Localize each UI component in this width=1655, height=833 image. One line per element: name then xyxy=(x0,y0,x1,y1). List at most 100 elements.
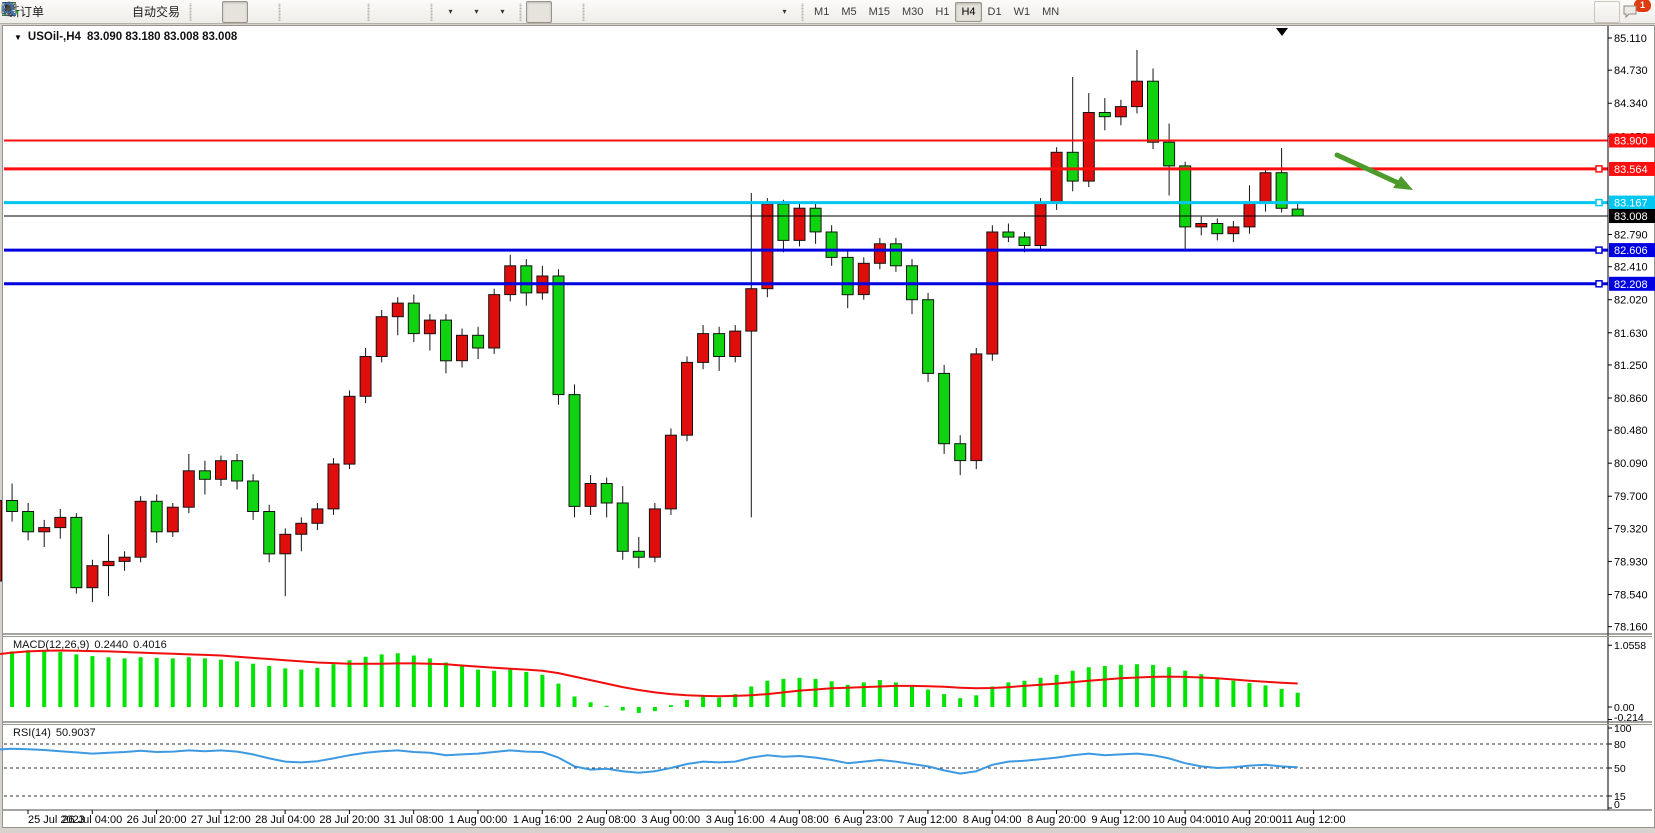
rsi-value: 50.9037 xyxy=(56,727,96,739)
toolbar-separator xyxy=(517,3,524,21)
toolbar-group xyxy=(196,1,274,23)
price-line-handle[interactable] xyxy=(1596,166,1602,172)
price-line-handle[interactable] xyxy=(1596,281,1602,287)
trendline-button[interactable] xyxy=(641,1,667,23)
candle xyxy=(328,458,339,515)
zoom-in-button[interactable] xyxy=(285,1,311,23)
rsi-axis-tick-label: 0 xyxy=(1614,799,1620,811)
candle xyxy=(569,384,580,517)
macd-main-value: 0.2440 xyxy=(94,639,128,651)
timeframe-button-h1[interactable]: H1 xyxy=(929,2,955,22)
templates-button[interactable]: ▾ xyxy=(489,1,515,23)
price-line-axis-badge-label: 83.900 xyxy=(1614,135,1648,147)
price-axis-tick-label: 78.930 xyxy=(1614,556,1648,568)
candle xyxy=(553,269,564,405)
vertical-line-button[interactable] xyxy=(589,1,615,23)
candle xyxy=(682,357,693,442)
price-axis-tick-label: 82.790 xyxy=(1614,230,1648,242)
price-line-axis-badge-label: 82.208 xyxy=(1614,279,1648,291)
rsi-indicator-label: RSI(14) 50.9037 xyxy=(13,727,96,739)
timeframe-button-mn[interactable]: MN xyxy=(1036,2,1065,22)
timeframe-button-h4[interactable]: H4 xyxy=(955,2,981,22)
date-axis-label: 28 Jul 20:00 xyxy=(319,814,379,826)
toolbar-group xyxy=(285,1,363,23)
periods-button[interactable]: ▾ xyxy=(463,1,489,23)
date-axis-label: 7 Aug 12:00 xyxy=(899,814,958,826)
candle xyxy=(794,202,805,247)
text-label-button[interactable]: T xyxy=(745,1,771,23)
date-axis-label: 26 Jul 20:00 xyxy=(127,814,187,826)
rsi-name: RSI(14) xyxy=(13,727,51,739)
candle xyxy=(489,289,500,354)
toolbar-separator xyxy=(187,3,194,21)
bar-chart-button[interactable] xyxy=(196,1,222,23)
price-axis-tick-label: 81.250 xyxy=(1614,360,1648,372)
cursor-button[interactable] xyxy=(526,1,552,23)
horizontal-line-button[interactable] xyxy=(615,1,641,23)
price-line-handle[interactable] xyxy=(1596,200,1602,206)
signals-button[interactable] xyxy=(101,1,127,23)
candle xyxy=(167,503,178,537)
timeframe-button-m15[interactable]: M15 xyxy=(863,2,896,22)
notifications-button[interactable]: 1 xyxy=(1620,1,1646,23)
price-axis-tick-label: 82.020 xyxy=(1614,295,1648,307)
chevron-down-icon: ▾ xyxy=(501,7,505,16)
date-axis-label: 1 Aug 00:00 xyxy=(449,814,508,826)
line-chart-button[interactable] xyxy=(248,1,274,23)
tile-windows-button[interactable] xyxy=(337,1,363,23)
price-axis-tick-label: 80.480 xyxy=(1614,425,1648,437)
timeframe-button-m5[interactable]: M5 xyxy=(835,2,862,22)
fibonacci-button[interactable]: F xyxy=(693,1,719,23)
date-axis-label: 3 Aug 16:00 xyxy=(706,814,765,826)
price-line-handle[interactable] xyxy=(1596,247,1602,253)
candle xyxy=(1035,198,1046,251)
date-axis-label: 31 Jul 08:00 xyxy=(384,814,444,826)
price-axis-tick-label: 78.160 xyxy=(1614,622,1648,634)
price-axis-tick-label: 80.860 xyxy=(1614,393,1648,405)
date-axis-label: 27 Jul 12:00 xyxy=(191,814,251,826)
data-window-button[interactable] xyxy=(75,1,101,23)
price-line-axis-badge-label: 83.564 xyxy=(1614,164,1648,176)
price-axis-tick-label: 80.090 xyxy=(1614,458,1648,470)
candle xyxy=(858,257,869,299)
rsi-axis-tick-label: 50 xyxy=(1614,763,1626,775)
date-axis-label: 8 Aug 04:00 xyxy=(963,814,1022,826)
search-button[interactable] xyxy=(1594,1,1620,23)
candle xyxy=(971,348,982,469)
autotrading-button[interactable]: 自动交易 xyxy=(127,1,185,23)
timeframe-button-m1[interactable]: M1 xyxy=(808,2,835,22)
arrows-button[interactable]: ▾ xyxy=(771,1,797,23)
chart-shift-button[interactable] xyxy=(400,1,426,23)
candle xyxy=(665,429,676,515)
date-axis-label: 9 Aug 12:00 xyxy=(1091,814,1150,826)
channel-button[interactable]: E xyxy=(667,1,693,23)
candle xyxy=(987,225,998,361)
toolbar-group: 自动交易 xyxy=(49,1,185,23)
date-axis-label: 1 Aug 16:00 xyxy=(513,814,572,826)
chevron-down-icon: ▾ xyxy=(783,7,787,16)
timeframe-button-m30[interactable]: M30 xyxy=(896,2,929,22)
crosshair-button[interactable] xyxy=(552,1,578,23)
price-axis-tick-label: 79.320 xyxy=(1614,523,1648,535)
date-axis-label: 3 Aug 00:00 xyxy=(641,814,700,826)
candlestick-chart-button[interactable] xyxy=(222,1,248,23)
candle xyxy=(376,310,387,363)
toolbar-group: EFAT ▾ xyxy=(589,1,797,23)
market-watch-button[interactable] xyxy=(49,1,75,23)
rsi-axis-tick-label: 100 xyxy=(1614,723,1632,735)
auto-scroll-button[interactable] xyxy=(374,1,400,23)
price-axis-tick-label: 85.110 xyxy=(1614,33,1647,45)
toolbar-group: ▾▾▾ xyxy=(437,1,515,23)
chart-canvas[interactable]: 85.11084.73084.34083.95082.79082.41082.0… xyxy=(0,0,1655,833)
zoom-out-button[interactable] xyxy=(311,1,337,23)
indicators-button[interactable]: ▾ xyxy=(437,1,463,23)
date-axis-label: 26 Jul 04:00 xyxy=(62,814,122,826)
timeframe-button-w1[interactable]: W1 xyxy=(1008,2,1037,22)
timeframe-button-d1[interactable]: D1 xyxy=(982,2,1008,22)
price-axis-tick-label: 78.540 xyxy=(1614,589,1648,601)
rsi-axis-tick-label: 80 xyxy=(1614,739,1626,751)
chart-menu-arrow-icon[interactable]: ▼ xyxy=(14,33,22,42)
toolbar-group xyxy=(526,1,578,23)
text-button[interactable]: A xyxy=(719,1,745,23)
toolbar-separator xyxy=(580,3,587,21)
